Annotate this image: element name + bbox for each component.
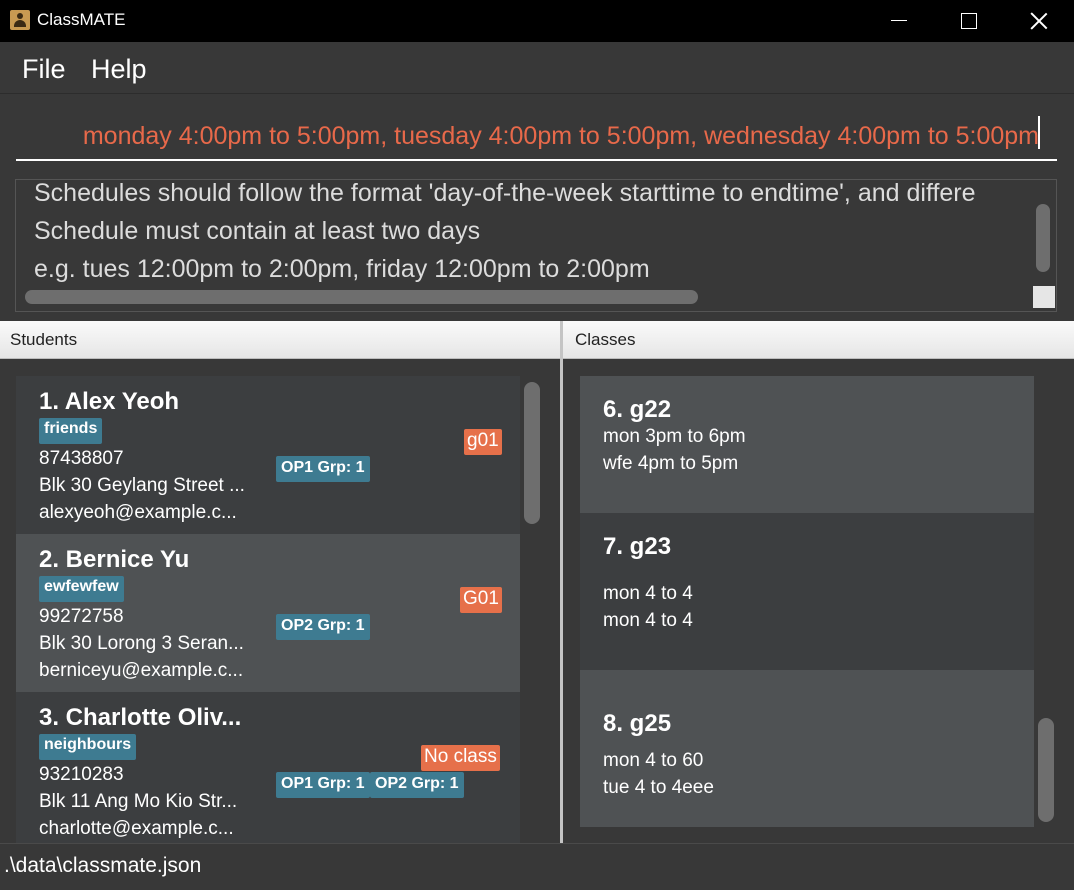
class-name: 7. g23 [603, 533, 672, 560]
class-card[interactable]: 8. g25 mon 4 to 60 tue 4 to 4eee [580, 670, 1034, 827]
class-schedule: mon 3pm to 6pm [603, 426, 746, 447]
scroll-corner [1033, 286, 1055, 308]
student-phone: 99272758 [39, 606, 124, 627]
student-address: Blk 30 Geylang Street ... [39, 475, 245, 496]
classes-panel-title: Classes [563, 321, 1074, 359]
class-schedule: tue 4 to 4eee [603, 777, 714, 798]
result-vertical-scrollbar[interactable] [1036, 204, 1050, 272]
student-email: berniceyu@example.c... [39, 660, 244, 681]
class-schedule: wfe 4pm to 5pm [603, 453, 739, 474]
class-card[interactable]: 7. g23 mon 4 to 4 mon 4 to 4 [580, 513, 1034, 670]
result-horizontal-scrollbar[interactable] [25, 290, 698, 304]
student-card[interactable]: 2. Bernice Yu ewfewfew 99272758 Blk 30 L… [16, 534, 520, 692]
student-tag: neighbours [39, 734, 137, 760]
students-scrollbar[interactable] [524, 382, 540, 524]
student-card[interactable]: 3. Charlotte Oliv... neighbours 93210283… [16, 692, 520, 843]
class-badge: G01 [460, 587, 502, 613]
students-panel-title: Students [0, 321, 560, 359]
class-schedule: mon 4 to 4 [603, 610, 693, 631]
class-badge: No class [421, 745, 500, 771]
classes-scrollbar[interactable] [1038, 718, 1054, 822]
text-caret [1038, 116, 1040, 149]
group-tag: OP1 Grp: 1 [276, 456, 370, 482]
result-line-2: Schedule must contain at least two days [34, 217, 481, 245]
menu-help[interactable]: Help [91, 54, 147, 85]
class-schedule: mon 4 to 60 [603, 750, 704, 771]
student-name: 2. Bernice Yu [39, 546, 190, 573]
close-icon[interactable] [1010, 0, 1066, 42]
student-address: Blk 11 Ang Mo Kio Str... [39, 791, 238, 812]
students-list[interactable]: 1. Alex Yeoh friends 87438807 Blk 30 Gey… [0, 360, 560, 843]
result-display[interactable]: Schedules should follow the format 'day-… [15, 179, 1057, 312]
minimize-icon[interactable] [872, 0, 928, 42]
student-tag: ewfewfew [39, 576, 124, 602]
class-name: 6. g22 [603, 396, 672, 423]
student-tag: friends [39, 418, 103, 444]
result-line-3: e.g. tues 12:00pm to 2:00pm, friday 12:0… [34, 255, 650, 283]
student-phone: 87438807 [39, 448, 124, 469]
window-title: ClassMATE [37, 10, 126, 29]
class-schedule: mon 4 to 4 [603, 583, 693, 604]
title-bar: ClassMATE [0, 0, 1074, 42]
class-badge: g01 [464, 429, 502, 455]
maximize-icon[interactable] [940, 0, 996, 42]
student-phone: 93210283 [39, 764, 124, 785]
result-line-1: Schedules should follow the format 'day-… [34, 179, 976, 207]
classes-list[interactable]: 6. g22 mon 3pm to 6pm wfe 4pm to 5pm 7. … [563, 360, 1074, 843]
student-name: 3. Charlotte Oliv... [39, 704, 242, 731]
student-email: charlotte@example.c... [39, 818, 234, 839]
group-tag: OP1 Grp: 1 [276, 772, 370, 798]
student-card[interactable]: 1. Alex Yeoh friends 87438807 Blk 30 Gey… [16, 376, 520, 534]
class-card[interactable]: 6. g22 mon 3pm to 6pm wfe 4pm to 5pm [580, 376, 1034, 513]
command-box [0, 95, 1074, 171]
group-tag: OP2 Grp: 1 [370, 772, 464, 798]
student-name: 1. Alex Yeoh [39, 388, 180, 415]
app-icon [10, 10, 30, 30]
menu-bar: File Help [0, 42, 1074, 94]
group-tag: OP2 Grp: 1 [276, 614, 370, 640]
status-bar-file-path: .\data\classmate.json [0, 843, 1074, 890]
menu-file[interactable]: File [22, 54, 66, 85]
student-email: alexyeoh@example.c... [39, 502, 237, 523]
student-address: Blk 30 Lorong 3 Seran... [39, 633, 244, 654]
class-name: 8. g25 [603, 710, 672, 737]
command-input[interactable] [16, 113, 1057, 161]
